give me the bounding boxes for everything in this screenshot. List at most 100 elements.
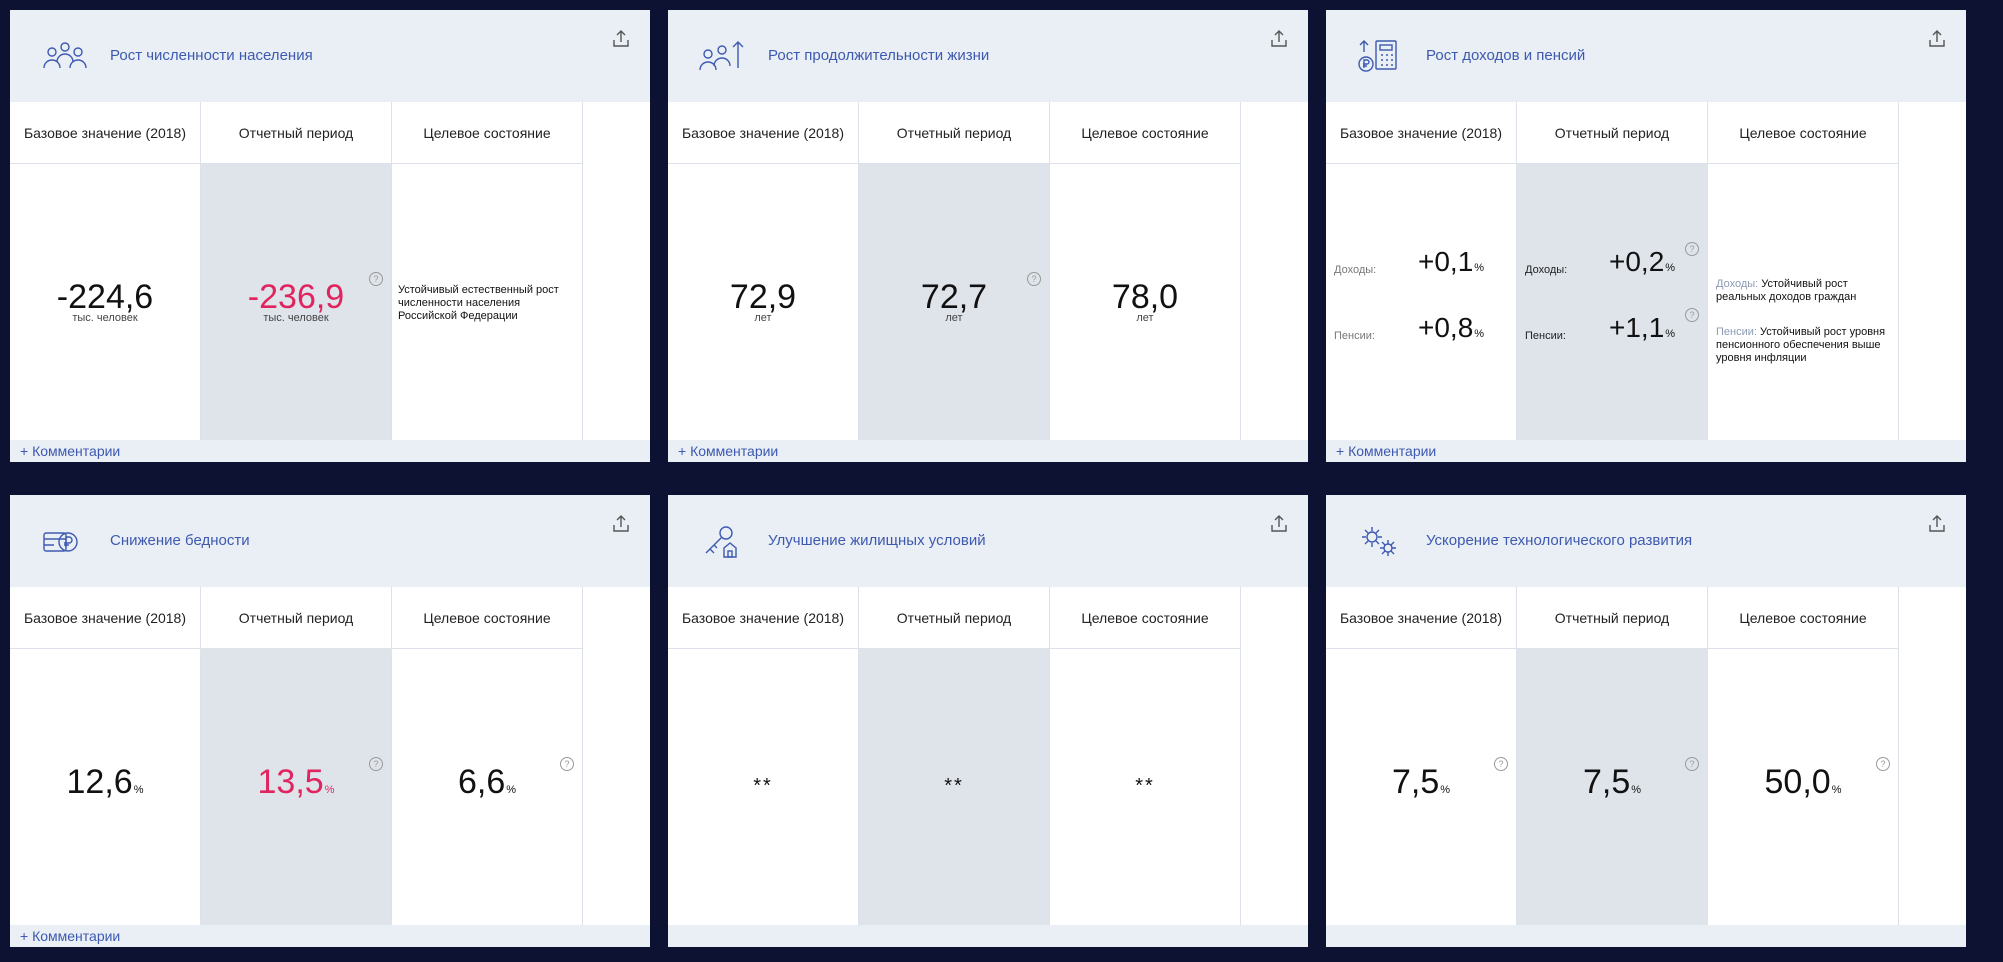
- period-value: 72,7: [920, 278, 988, 316]
- export-icon[interactable]: [610, 28, 632, 50]
- card-footer: + Комментарии: [10, 440, 650, 462]
- target-text: Устойчивый естественный рост численности…: [398, 284, 559, 322]
- people-icon: [40, 38, 90, 74]
- comments-link[interactable]: + Комментарии: [678, 440, 778, 462]
- export-icon[interactable]: [1926, 513, 1948, 535]
- help-icon[interactable]: ?: [1494, 757, 1508, 771]
- export-icon[interactable]: [1926, 28, 1948, 50]
- base-unit: тыс. человек: [72, 312, 138, 324]
- base-income-value: +0,1%: [1418, 246, 1485, 277]
- comments-link[interactable]: + Комментарии: [1336, 440, 1436, 462]
- column-header-base: Базовое значение (2018): [10, 102, 201, 164]
- column-header-target: Целевое состояние: [392, 587, 583, 649]
- export-icon[interactable]: [610, 513, 632, 535]
- card-title: Улучшение жилищных условий: [768, 532, 986, 549]
- period-value: 13,5%: [257, 763, 335, 801]
- column-header-target: Целевое состояние: [1708, 102, 1899, 164]
- card-housing-conditions: Улучшение жилищных условий Базовое значе…: [668, 495, 1308, 947]
- card-title: Снижение бедности: [110, 532, 250, 549]
- house-key-icon: [698, 523, 748, 559]
- period-value: **: [944, 775, 964, 797]
- target-cell: 78,0 лет: [1050, 164, 1241, 440]
- card-income-pensions: Рост доходов и пенсий Базовое значение (…: [1326, 10, 1966, 462]
- income-label: Доходы:: [1525, 264, 1568, 276]
- target-value: 50,0%: [1764, 763, 1842, 801]
- period-pension-value: +1,1%: [1609, 312, 1676, 343]
- column-header-period: Отчетный период: [201, 102, 392, 164]
- pension-label: Пенсии:: [1525, 330, 1566, 342]
- wallet-ruble-icon: [40, 523, 90, 559]
- column-header-period: Отчетный период: [201, 587, 392, 649]
- income-calculator-icon: [1356, 38, 1406, 74]
- help-icon[interactable]: ?: [1685, 757, 1699, 771]
- help-icon[interactable]: ?: [1685, 242, 1699, 256]
- period-cell: Доходы: +0,2% ? Пенсии: +1,1% ?: [1517, 164, 1708, 440]
- target-income-text: Доходы: Устойчивый рост реальных доходов…: [1716, 278, 1857, 303]
- target-cell: **: [1050, 649, 1241, 925]
- card-header: Ускорение технологического развития: [1326, 495, 1966, 587]
- help-icon[interactable]: ?: [369, 757, 383, 771]
- period-value: 7,5%: [1582, 763, 1642, 801]
- period-unit: лет: [945, 312, 963, 324]
- card-header: Рост продолжительности жизни: [668, 10, 1308, 102]
- column-header-base: Базовое значение (2018): [668, 587, 859, 649]
- export-icon[interactable]: [1268, 28, 1290, 50]
- period-cell: 72,7 лет ?: [859, 164, 1050, 440]
- card-header: Рост численности населения: [10, 10, 650, 102]
- base-cell: -224,6 тыс. человек: [10, 164, 201, 440]
- period-value: -236,9: [247, 278, 345, 316]
- period-cell: 7,5% ?: [1517, 649, 1708, 925]
- help-icon[interactable]: ?: [369, 272, 383, 286]
- period-cell: 13,5% ?: [201, 649, 392, 925]
- help-icon[interactable]: ?: [1685, 308, 1699, 322]
- card-footer: + Комментарии: [668, 440, 1308, 462]
- base-value: 72,9: [729, 278, 797, 316]
- column-header-target: Целевое состояние: [1050, 102, 1241, 164]
- card-title: Ускорение технологического развития: [1426, 532, 1693, 549]
- card-poverty-reduction: Снижение бедности Базовое значение (2018…: [10, 495, 650, 947]
- target-cell: 50,0% ?: [1708, 649, 1899, 925]
- help-icon[interactable]: ?: [1027, 272, 1041, 286]
- base-cell: 72,9 лет: [668, 164, 859, 440]
- income-label: Доходы:: [1334, 264, 1377, 276]
- target-unit: лет: [1136, 312, 1154, 324]
- period-unit: тыс. человек: [263, 312, 329, 324]
- base-cell: 12,6%: [10, 649, 201, 925]
- period-cell: -236,9 тыс. человек ?: [201, 164, 392, 440]
- base-value: 12,6%: [66, 763, 144, 801]
- card-title: Рост доходов и пенсий: [1426, 47, 1586, 64]
- column-header-base: Базовое значение (2018): [668, 102, 859, 164]
- base-value: **: [753, 775, 773, 797]
- base-unit: лет: [754, 312, 772, 324]
- people-arrow-up-icon: [698, 38, 748, 74]
- card-footer: [668, 925, 1308, 947]
- card-footer: + Комментарии: [10, 925, 650, 947]
- target-cell: Устойчивый естественный рост численности…: [392, 164, 583, 440]
- export-icon[interactable]: [1268, 513, 1290, 535]
- target-cell: 6,6% ?: [392, 649, 583, 925]
- comments-link[interactable]: + Комментарии: [20, 440, 120, 462]
- base-value: -224,6: [56, 278, 154, 316]
- help-icon[interactable]: ?: [560, 757, 574, 771]
- comments-link[interactable]: + Комментарии: [20, 925, 120, 947]
- base-cell: 7,5% ?: [1326, 649, 1517, 925]
- target-pension-text: Пенсии: Устойчивый рост уровня пенсионно…: [1716, 326, 1886, 364]
- card-title: Рост продолжительности жизни: [768, 47, 990, 64]
- period-income-value: +0,2%: [1609, 246, 1676, 277]
- target-value: 78,0: [1111, 278, 1179, 316]
- pension-label: Пенсии:: [1334, 330, 1375, 342]
- card-title: Рост численности населения: [110, 47, 313, 64]
- base-value: 7,5%: [1391, 763, 1451, 801]
- help-icon[interactable]: ?: [1876, 757, 1890, 771]
- column-header-target: Целевое состояние: [1050, 587, 1241, 649]
- column-header-base: Базовое значение (2018): [1326, 587, 1517, 649]
- card-header: Снижение бедности: [10, 495, 650, 587]
- column-header-target: Целевое состояние: [392, 102, 583, 164]
- column-header-period: Отчетный период: [1517, 102, 1708, 164]
- card-footer: + Комментарии: [1326, 440, 1966, 462]
- target-value: **: [1135, 775, 1155, 797]
- column-header-period: Отчетный период: [1517, 587, 1708, 649]
- period-cell: **: [859, 649, 1050, 925]
- base-pension-value: +0,8%: [1418, 312, 1485, 343]
- card-header: Рост доходов и пенсий: [1326, 10, 1966, 102]
